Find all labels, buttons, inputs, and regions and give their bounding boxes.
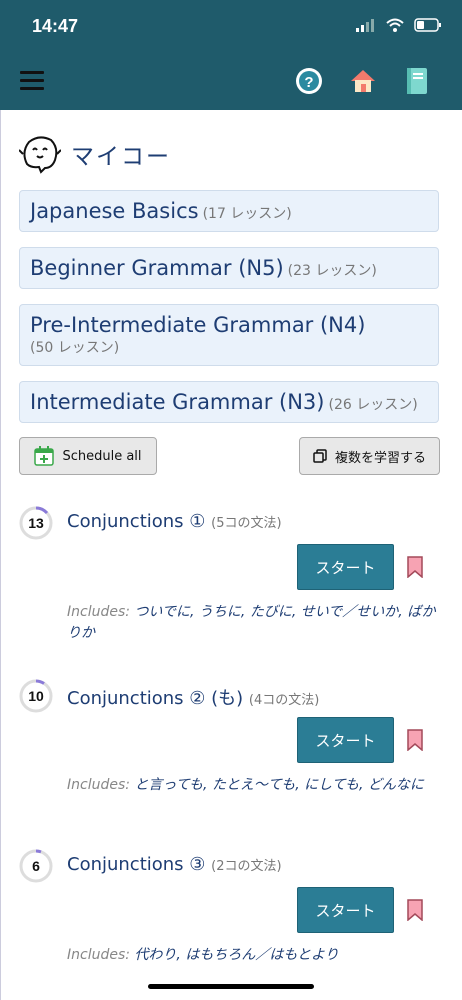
mascot-icon bbox=[19, 136, 61, 174]
top-navbar: ? bbox=[0, 54, 462, 110]
schedule-all-button[interactable]: Schedule all bbox=[19, 437, 157, 475]
wifi-icon bbox=[386, 18, 404, 32]
calendar-icon bbox=[34, 446, 55, 466]
course-pre-intermediate-grammar-n4[interactable]: Pre-Intermediate Grammar (N4) (50 レッスン) bbox=[19, 304, 439, 366]
status-time: 14:47 bbox=[32, 16, 79, 36]
schedule-all-label: Schedule all bbox=[62, 448, 142, 464]
includes-text: Includes: 代わり, はもちろん／はもとより bbox=[67, 945, 437, 966]
course-intermediate-grammar-n3[interactable]: Intermediate Grammar (N3) (26 レッスン) bbox=[19, 381, 439, 423]
includes-label: Includes: bbox=[67, 777, 130, 793]
course-japanese-basics[interactable]: Japanese Basics (17 レッスン) bbox=[19, 190, 439, 232]
start-button[interactable]: スタート bbox=[297, 717, 394, 763]
includes-items: と言っても, たとえ〜ても, にしても, どんなに bbox=[134, 777, 424, 793]
battery-icon bbox=[414, 18, 441, 32]
signal-icon bbox=[356, 19, 374, 32]
course-lesson-count: (17 レッスン) bbox=[202, 206, 292, 222]
book-icon[interactable] bbox=[402, 66, 432, 96]
course-lesson-count: (26 レッスン) bbox=[328, 397, 418, 413]
course-title: Pre-Intermediate Grammar (N4) bbox=[30, 313, 366, 337]
lesson-title[interactable]: Conjunctions ② (も) (4コの文法) bbox=[67, 684, 319, 710]
includes-text: Includes: ついでに, うちに, たびに, せいで／せいか, ばかりか bbox=[67, 602, 437, 644]
lesson-title[interactable]: Conjunctions ① (5コの文法) bbox=[67, 511, 282, 532]
lesson-grammar-count: (2コの文法) bbox=[211, 859, 282, 874]
start-button[interactable]: スタート bbox=[297, 887, 394, 933]
lesson-grammar-count: (5コの文法) bbox=[211, 516, 282, 531]
status-icons bbox=[356, 18, 442, 32]
course-title: Beginner Grammar (N5) bbox=[30, 256, 284, 280]
app-header: マイコー bbox=[19, 134, 171, 174]
course-title: Intermediate Grammar (N3) bbox=[30, 390, 325, 414]
app-name: マイコー bbox=[71, 144, 171, 170]
course-lesson-count: (23 レッスン) bbox=[287, 263, 377, 279]
includes-label: Includes: bbox=[67, 947, 130, 963]
hamburger-menu-icon[interactable] bbox=[20, 71, 44, 93]
bookmark-icon[interactable] bbox=[407, 729, 423, 751]
bookmark-icon[interactable] bbox=[407, 899, 423, 921]
includes-label: Includes: bbox=[67, 604, 130, 620]
bookmark-icon[interactable] bbox=[407, 556, 423, 578]
lesson-title-text: Conjunctions ① bbox=[67, 511, 206, 532]
question-circle-icon[interactable]: ? bbox=[294, 66, 324, 96]
course-title: Japanese Basics bbox=[30, 199, 199, 223]
includes-items: 代わり, はもちろん／はもとより bbox=[134, 947, 339, 963]
course-beginner-grammar-n5[interactable]: Beginner Grammar (N5) (23 レッスン) bbox=[19, 247, 439, 289]
study-multiple-label: 複数を学習する bbox=[334, 450, 426, 466]
home-indicator[interactable] bbox=[148, 984, 314, 989]
home-icon[interactable] bbox=[348, 66, 378, 96]
progress-count: 13 bbox=[28, 515, 44, 531]
status-bar: 14:47 bbox=[0, 0, 462, 54]
progress-count: 10 bbox=[28, 688, 44, 704]
course-lesson-count: (50 レッスン) bbox=[30, 340, 120, 356]
progress-count: 6 bbox=[32, 858, 40, 874]
lesson-title-text: Conjunctions ③ bbox=[67, 854, 206, 875]
lesson-title[interactable]: Conjunctions ③ (2コの文法) bbox=[67, 854, 282, 875]
copy-icon bbox=[313, 449, 327, 463]
svg-text:?: ? bbox=[304, 74, 313, 91]
lesson-title-text: Conjunctions ② (も) bbox=[67, 688, 244, 709]
start-button[interactable]: スタート bbox=[297, 544, 394, 590]
main-content: マイコー Japanese Basics (17 レッスン) Beginner G… bbox=[0, 110, 462, 1000]
includes-text: Includes: と言っても, たとえ〜ても, にしても, どんなに bbox=[67, 775, 437, 796]
study-multiple-button[interactable]: 複数を学習する bbox=[299, 437, 440, 475]
lesson-grammar-count: (4コの文法) bbox=[248, 693, 320, 708]
